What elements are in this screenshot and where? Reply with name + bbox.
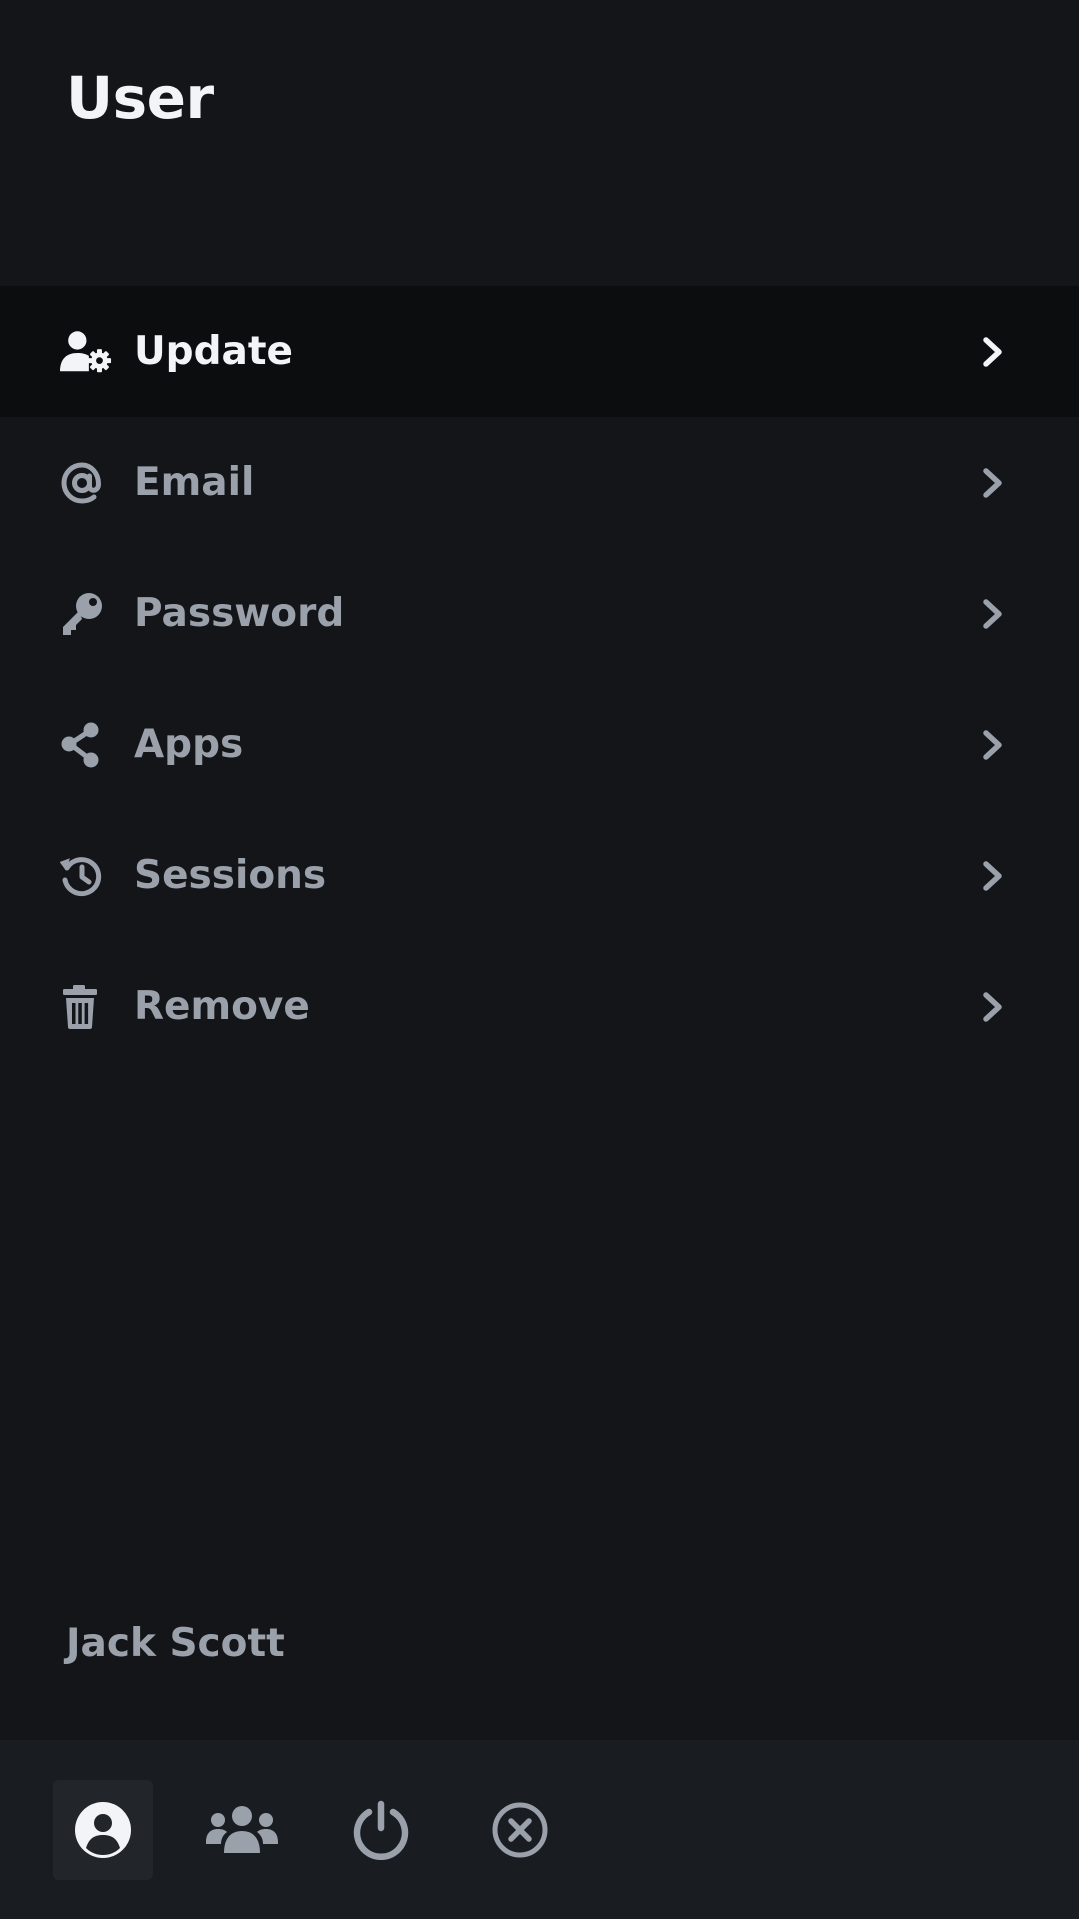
menu-item-email[interactable]: Email	[0, 417, 1079, 548]
close-circle-icon	[492, 1802, 548, 1858]
trash-icon	[60, 984, 112, 1030]
user-circle-icon	[75, 1802, 131, 1858]
chevron-right-icon	[983, 730, 1002, 760]
account-button[interactable]	[53, 1780, 153, 1880]
menu-item-update[interactable]: Update	[0, 286, 1079, 417]
menu-label-password: Password	[134, 591, 345, 636]
menu-label-remove: Remove	[134, 984, 310, 1029]
close-button[interactable]	[470, 1780, 570, 1880]
menu-label-sessions: Sessions	[134, 853, 327, 898]
users-button[interactable]	[192, 1780, 292, 1880]
chevron-right-icon	[983, 337, 1002, 367]
menu-item-password[interactable]: Password	[0, 548, 1079, 679]
menu-label-update: Update	[134, 329, 293, 374]
at-icon	[60, 460, 112, 506]
chevron-right-icon	[983, 468, 1002, 498]
chevron-right-icon	[983, 599, 1002, 629]
share-icon	[60, 722, 112, 768]
chevron-right-icon	[983, 861, 1002, 891]
logout-button[interactable]	[331, 1780, 431, 1880]
users-icon	[206, 1806, 278, 1853]
page-title: User	[66, 64, 214, 132]
user-gear-icon	[60, 329, 112, 375]
key-icon	[60, 591, 112, 637]
chevron-right-icon	[983, 992, 1002, 1022]
menu-item-remove[interactable]: Remove	[0, 941, 1079, 1072]
settings-menu: Update Email Password Apps Sessions Remo…	[0, 286, 1079, 1072]
app: User Update Email Password Apps Sessions…	[0, 0, 1079, 1919]
history-icon	[60, 853, 112, 899]
power-icon	[353, 1800, 409, 1860]
user-name: Jack Scott	[66, 1621, 285, 1666]
bottom-nav	[0, 1740, 1079, 1919]
menu-item-sessions[interactable]: Sessions	[0, 810, 1079, 941]
menu-item-apps[interactable]: Apps	[0, 679, 1079, 810]
menu-label-apps: Apps	[134, 722, 244, 767]
menu-label-email: Email	[134, 460, 255, 505]
